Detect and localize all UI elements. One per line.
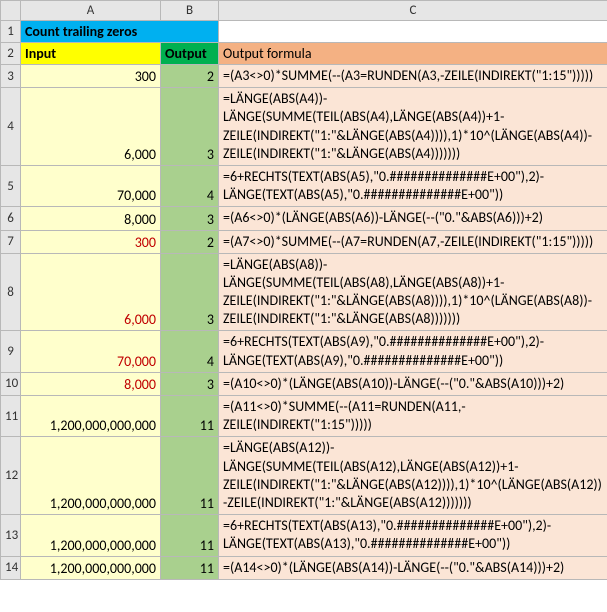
cell-output[interactable]: 2: [161, 65, 219, 88]
row-2: 2 Input Output Output formula: [1, 43, 607, 65]
cell-output[interactable]: 11: [161, 396, 219, 437]
table-row: 33002=(A3<>0)*SUMME(--(A3=RUNDEN(A3,-ZEI…: [1, 65, 607, 88]
row-header-10[interactable]: 10: [1, 372, 21, 395]
row-header-1[interactable]: 1: [1, 21, 21, 43]
table-row: 121,200,000,000,00011=LÄNGE(ABS(A12))-LÄ…: [1, 437, 607, 515]
table-row: 46,0003=LÄNGE(ABS(A4))-LÄNGE(SUMME(TEIL(…: [1, 88, 607, 166]
cell-output[interactable]: 2: [161, 230, 219, 253]
row-header-4[interactable]: 4: [1, 88, 21, 166]
cell-formula[interactable]: =LÄNGE(ABS(A12))-LÄNGE(SUMME(TEIL(ABS(A1…: [219, 437, 607, 515]
table-row: 68,0003=(A6<>0)*(LÄNGE(ABS(A6))-LÄNGE(--…: [1, 207, 607, 230]
cell-formula[interactable]: =(A11<>0)*SUMME(--(A11=RUNDEN(A11,-ZEILE…: [219, 396, 607, 437]
cell-formula[interactable]: =(A6<>0)*(LÄNGE(ABS(A6))-LÄNGE(--("0."&A…: [219, 207, 607, 230]
table-row: 141,200,000,000,00011=(A14<>0)*(LÄNGE(AB…: [1, 556, 607, 579]
table-row: 108,0003=(A10<>0)*(LÄNGE(ABS(A10))-LÄNGE…: [1, 372, 607, 395]
cell-output[interactable]: 11: [161, 556, 219, 579]
cell-output[interactable]: 3: [161, 88, 219, 166]
spreadsheet-grid[interactable]: A B C 1 Count trailing zeros 2 Input Out…: [0, 0, 607, 580]
row-header-14[interactable]: 14: [1, 556, 21, 579]
cell-input[interactable]: 300: [21, 65, 161, 88]
cell-formula[interactable]: =(A7<>0)*SUMME(--(A7=RUNDEN(A7,-ZEILE(IN…: [219, 230, 607, 253]
cell-input[interactable]: 8,000: [21, 372, 161, 395]
cell-output[interactable]: 4: [161, 331, 219, 372]
cell-output[interactable]: 3: [161, 253, 219, 331]
cell-input[interactable]: 6,000: [21, 253, 161, 331]
table-row: 73002=(A7<>0)*SUMME(--(A7=RUNDEN(A7,-ZEI…: [1, 230, 607, 253]
row-header-8[interactable]: 8: [1, 253, 21, 331]
row-header-7[interactable]: 7: [1, 230, 21, 253]
title-cell[interactable]: Count trailing zeros: [21, 21, 219, 43]
cell-formula[interactable]: =(A3<>0)*SUMME(--(A3=RUNDEN(A3,-ZEILE(IN…: [219, 65, 607, 88]
table-row: 86,0003=LÄNGE(ABS(A8))-LÄNGE(SUMME(TEIL(…: [1, 253, 607, 331]
cell-input[interactable]: 8,000: [21, 207, 161, 230]
row-header-3[interactable]: 3: [1, 65, 21, 88]
table-row: 131,200,000,000,00011=6+RECHTS(TEXT(ABS(…: [1, 515, 607, 556]
column-headers-row: A B C: [1, 1, 607, 21]
header-input[interactable]: Input: [21, 43, 161, 65]
row-header-9[interactable]: 9: [1, 331, 21, 372]
row-header-12[interactable]: 12: [1, 437, 21, 515]
header-formula[interactable]: Output formula: [219, 43, 607, 65]
row-header-6[interactable]: 6: [1, 207, 21, 230]
header-output[interactable]: Output: [161, 43, 219, 65]
cell-input[interactable]: 1,200,000,000,000: [21, 396, 161, 437]
cell-input[interactable]: 6,000: [21, 88, 161, 166]
row-header-13[interactable]: 13: [1, 515, 21, 556]
table-row: 970,0004=6+RECHTS(TEXT(ABS(A9),"0.######…: [1, 331, 607, 372]
cell-formula[interactable]: =LÄNGE(ABS(A4))-LÄNGE(SUMME(TEIL(ABS(A4)…: [219, 88, 607, 166]
col-header-C[interactable]: C: [219, 1, 607, 21]
row-header-5[interactable]: 5: [1, 165, 21, 206]
cell-input[interactable]: 1,200,000,000,000: [21, 437, 161, 515]
row-1: 1 Count trailing zeros: [1, 21, 607, 43]
cell-input[interactable]: 300: [21, 230, 161, 253]
cell-input[interactable]: 1,200,000,000,000: [21, 515, 161, 556]
cell-input[interactable]: 70,000: [21, 331, 161, 372]
cell-input[interactable]: 70,000: [21, 165, 161, 206]
select-all-corner[interactable]: [1, 1, 21, 21]
cell-C1[interactable]: [219, 21, 607, 43]
col-header-A[interactable]: A: [21, 1, 161, 21]
cell-formula[interactable]: =LÄNGE(ABS(A8))-LÄNGE(SUMME(TEIL(ABS(A8)…: [219, 253, 607, 331]
cell-input[interactable]: 1,200,000,000,000: [21, 556, 161, 579]
cell-output[interactable]: 3: [161, 207, 219, 230]
cell-output[interactable]: 11: [161, 437, 219, 515]
cell-output[interactable]: 3: [161, 372, 219, 395]
cell-formula[interactable]: =6+RECHTS(TEXT(ABS(A5),"0.##############…: [219, 165, 607, 206]
row-header-11[interactable]: 11: [1, 396, 21, 437]
col-header-B[interactable]: B: [161, 1, 219, 21]
table-row: 570,0004=6+RECHTS(TEXT(ABS(A5),"0.######…: [1, 165, 607, 206]
cell-formula[interactable]: =6+RECHTS(TEXT(ABS(A9),"0.##############…: [219, 331, 607, 372]
cell-output[interactable]: 11: [161, 515, 219, 556]
table-row: 111,200,000,000,00011=(A11<>0)*SUMME(--(…: [1, 396, 607, 437]
cell-formula[interactable]: =(A10<>0)*(LÄNGE(ABS(A10))-LÄNGE(--("0."…: [219, 372, 607, 395]
cell-formula[interactable]: =(A14<>0)*(LÄNGE(ABS(A14))-LÄNGE(--("0."…: [219, 556, 607, 579]
cell-formula[interactable]: =6+RECHTS(TEXT(ABS(A13),"0.#############…: [219, 515, 607, 556]
cell-output[interactable]: 4: [161, 165, 219, 206]
row-header-2[interactable]: 2: [1, 43, 21, 65]
